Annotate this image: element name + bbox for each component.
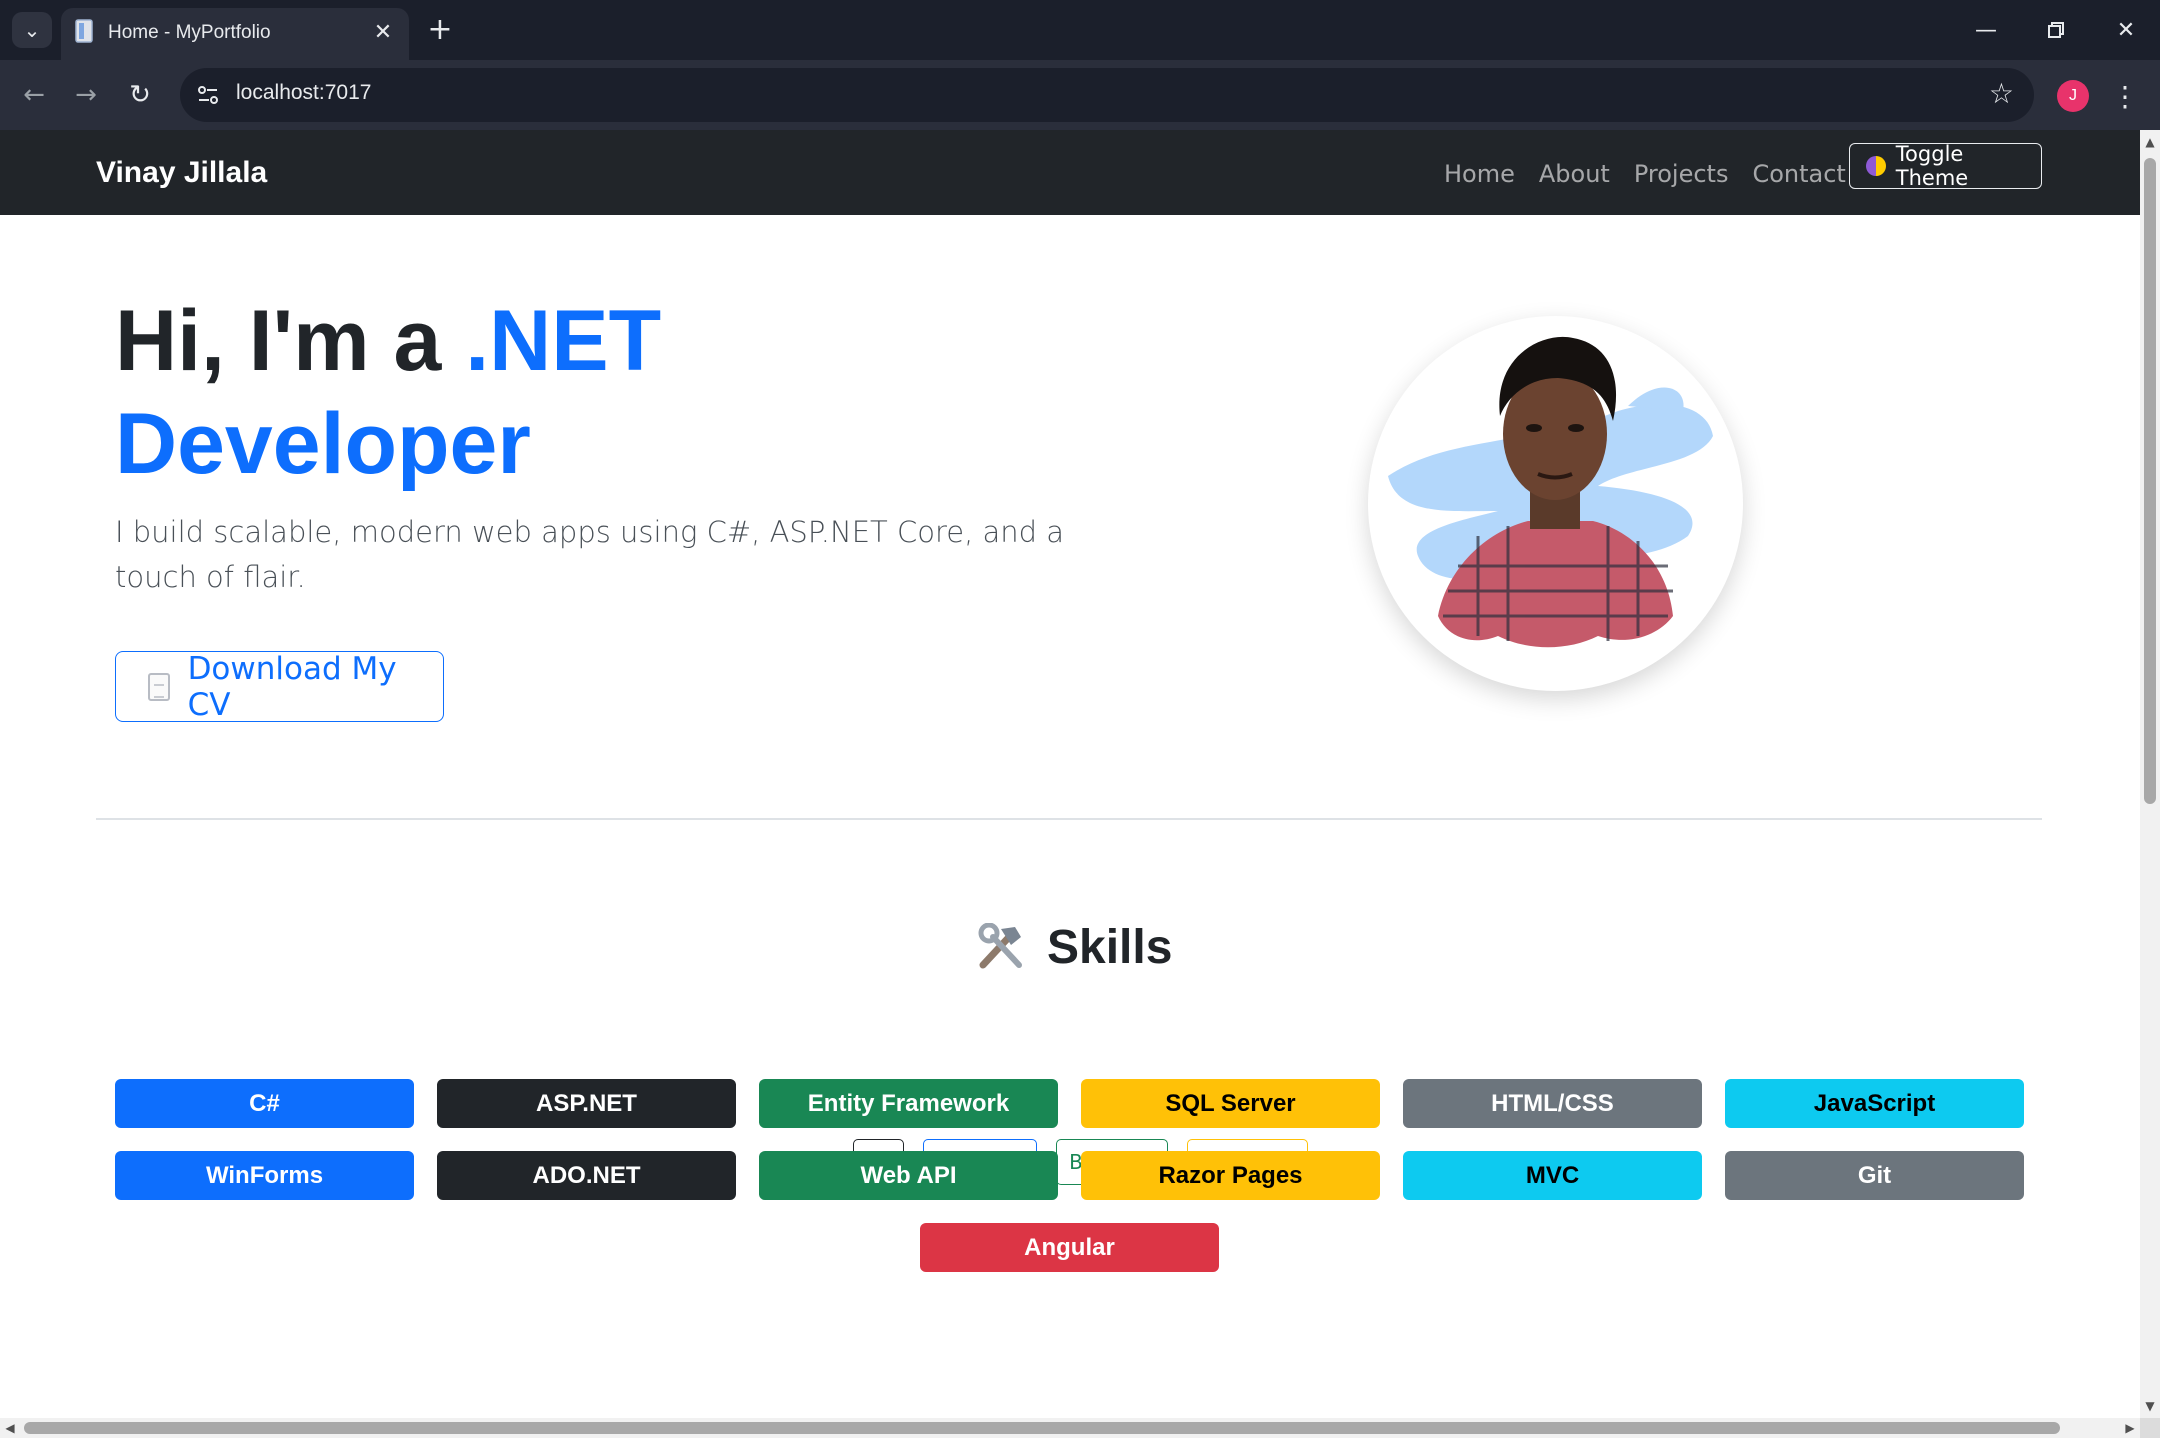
restore-icon[interactable] bbox=[2028, 8, 2084, 52]
scroll-down-arrow-icon[interactable]: ▼ bbox=[2142, 1398, 2158, 1414]
profile-photo bbox=[1368, 316, 1743, 691]
browser-tab-strip: ⌄ Home - MyPortfolio ✕ + — ✕ bbox=[0, 0, 2160, 60]
close-tab-icon[interactable]: ✕ bbox=[369, 18, 397, 46]
vertical-scroll-thumb[interactable] bbox=[2144, 158, 2156, 804]
bookmark-star-icon[interactable]: ☆ bbox=[1989, 77, 2014, 110]
tab-title: Home - MyPortfolio bbox=[108, 22, 271, 43]
back-arrow-icon[interactable]: ← bbox=[14, 75, 54, 115]
skill-badge: ADO.NET bbox=[437, 1151, 736, 1200]
close-window-icon[interactable]: ✕ bbox=[2098, 8, 2154, 52]
horizontal-scroll-thumb[interactable] bbox=[24, 1422, 2060, 1434]
nav-link-contact[interactable]: Contact bbox=[1752, 160, 1845, 188]
toggle-theme-button[interactable]: Toggle Theme bbox=[1849, 142, 2042, 190]
page-viewport: Vinay Jillala Home About Projects Contac… bbox=[0, 130, 2140, 1418]
scroll-up-arrow-icon[interactable]: ▲ bbox=[2142, 134, 2158, 150]
scroll-left-arrow-icon[interactable]: ◀ bbox=[2, 1420, 18, 1436]
skill-badge: WinForms bbox=[115, 1151, 414, 1200]
chevron-down-icon: ⌄ bbox=[23, 18, 41, 42]
skills-title: Skills bbox=[1047, 920, 1173, 974]
skill-badge: JavaScript bbox=[1725, 1079, 2024, 1128]
skill-badge: HTML/CSS bbox=[1403, 1079, 1702, 1128]
minimize-icon[interactable]: — bbox=[1958, 8, 2014, 52]
skill-badge: Web API bbox=[759, 1151, 1058, 1200]
forward-arrow-icon[interactable]: → bbox=[66, 75, 106, 115]
nav-link-projects[interactable]: Projects bbox=[1634, 160, 1729, 188]
vertical-scrollbar[interactable]: ▲ ▼ bbox=[2140, 130, 2160, 1418]
profile-illustration bbox=[1388, 336, 1713, 648]
new-tab-icon[interactable]: + bbox=[422, 12, 458, 48]
site-navbar: Vinay Jillala Home About Projects Contac… bbox=[0, 130, 2140, 215]
hero-title-prefix: Hi, I'm a bbox=[115, 293, 466, 389]
hero-subtitle: I build scalable, modern web apps using … bbox=[115, 515, 1065, 594]
site-info-icon[interactable] bbox=[192, 80, 224, 110]
tab-search-button[interactable]: ⌄ bbox=[12, 12, 52, 48]
browser-tab-active[interactable]: Home - MyPortfolio ✕ bbox=[61, 8, 409, 60]
nav-link-about[interactable]: About bbox=[1539, 160, 1610, 188]
download-cv-label: Download My CV bbox=[187, 650, 397, 723]
nav-links: Home About Projects Contact bbox=[1444, 160, 1846, 188]
reload-icon[interactable]: ↻ bbox=[120, 75, 160, 115]
scroll-right-arrow-icon[interactable]: ▶ bbox=[2122, 1420, 2138, 1436]
download-cv-button[interactable]: Download My CV bbox=[115, 650, 444, 723]
hero-title: Hi, I'm a .NET Developer bbox=[115, 290, 815, 496]
skill-badge: Razor Pages bbox=[1081, 1151, 1380, 1200]
page-favicon-icon bbox=[75, 19, 93, 43]
skill-badge: Entity Framework bbox=[759, 1079, 1058, 1128]
address-bar[interactable]: localhost:7017 ☆ bbox=[180, 68, 2034, 122]
document-icon bbox=[148, 672, 170, 701]
section-divider bbox=[96, 818, 2042, 820]
hammer-and-wrench-icon bbox=[978, 923, 1022, 969]
skill-badge: Git bbox=[1725, 1151, 2024, 1200]
toggle-theme-label: Toggle Theme bbox=[1895, 142, 1969, 190]
profile-avatar[interactable]: J bbox=[2057, 80, 2089, 112]
half-moon-icon bbox=[1866, 156, 1886, 176]
skill-badge: Angular bbox=[920, 1223, 1219, 1272]
skill-badge: SQL Server bbox=[1081, 1079, 1380, 1128]
nav-link-home[interactable]: Home bbox=[1444, 160, 1515, 188]
horizontal-scrollbar[interactable]: ◀ ▶ bbox=[0, 1418, 2140, 1438]
skill-badge: MVC bbox=[1403, 1151, 1702, 1200]
skills-heading: Skills bbox=[975, 917, 1175, 977]
brand-link[interactable]: Vinay Jillala bbox=[96, 156, 267, 190]
skill-badge: C# bbox=[115, 1079, 414, 1128]
browser-toolbar: ← → ↻ localhost:7017 ☆ J ⋮ bbox=[0, 60, 2160, 130]
url-text: localhost:7017 bbox=[236, 81, 372, 104]
scrollbar-corner bbox=[2140, 1418, 2160, 1438]
more-menu-icon[interactable]: ⋮ bbox=[2110, 78, 2140, 114]
skill-badge: ASP.NET bbox=[437, 1079, 736, 1128]
